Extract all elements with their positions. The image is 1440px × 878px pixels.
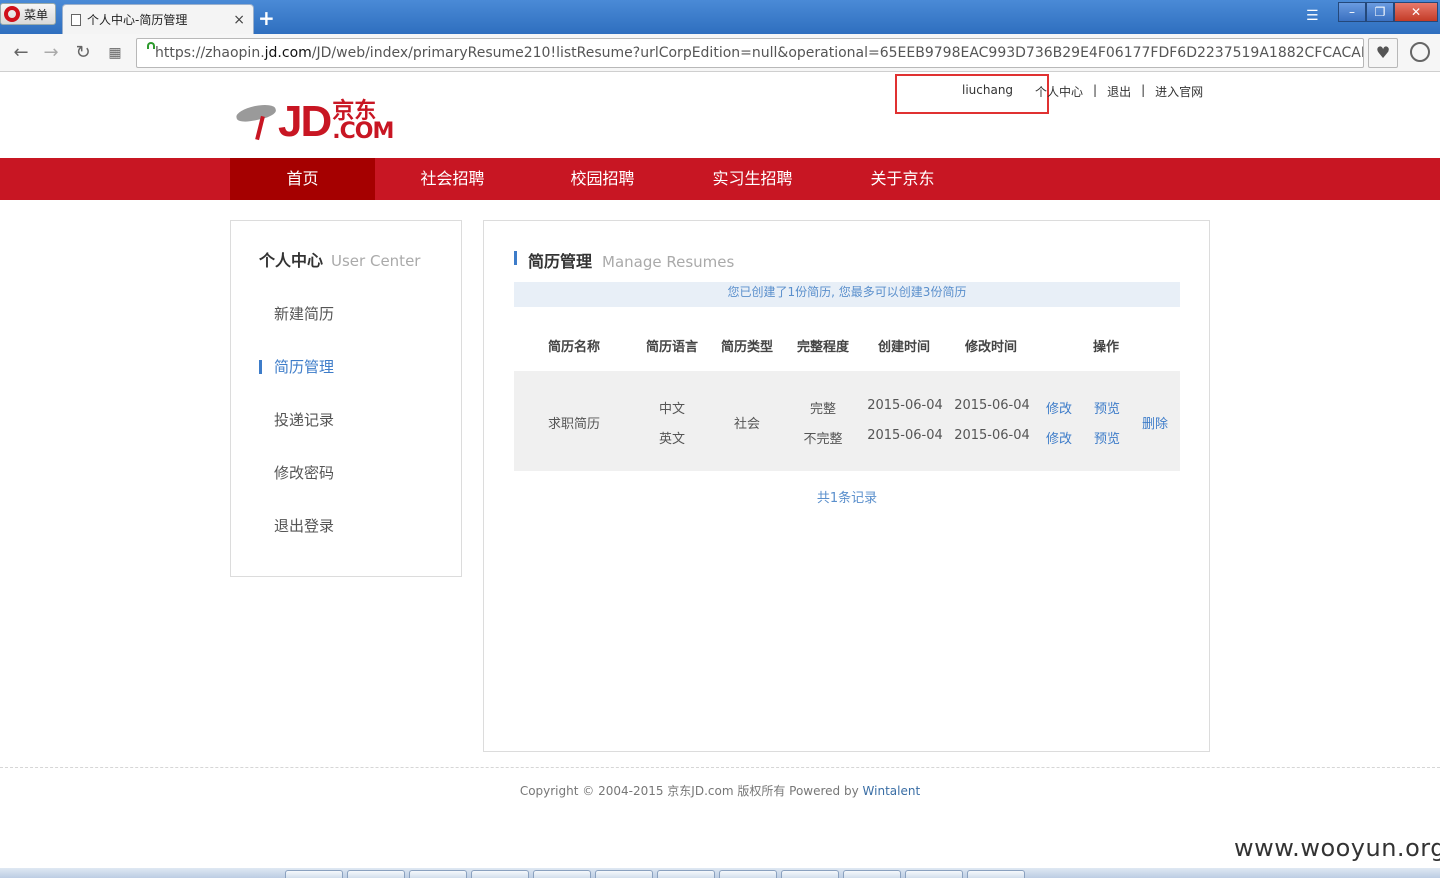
sidebar-item-logout[interactable]: 退出登录	[274, 515, 334, 536]
tab-list-icon[interactable]: ☰	[1306, 8, 1322, 24]
delete-link[interactable]: 删除	[1135, 413, 1175, 432]
taskbar-button[interactable]	[657, 870, 715, 878]
logo-jd-text: JD	[278, 97, 332, 146]
back-arrow-icon[interactable]: ←	[10, 42, 32, 64]
tab-close-icon[interactable]: ×	[233, 12, 245, 28]
sidebar-item-manage-resume[interactable]: 简历管理	[274, 356, 334, 377]
resume-type: 社会	[733, 417, 760, 432]
minimize-button[interactable]: –	[1338, 2, 1366, 22]
forward-arrow-icon[interactable]: →	[40, 42, 62, 64]
resume-language: 英文	[658, 432, 685, 447]
sidebar-item-applications[interactable]: 投递记录	[274, 409, 334, 430]
taskbar-button[interactable]	[595, 870, 653, 878]
resume-language: 中文	[658, 402, 685, 417]
col-completeness: 完整程度	[796, 340, 849, 355]
maximize-button[interactable]: ❐	[1366, 2, 1394, 22]
new-tab-button[interactable]: +	[258, 6, 275, 30]
speed-dial-grid-icon[interactable]: ▦	[104, 42, 126, 64]
sidebar-item-new-resume[interactable]: 新建简历	[274, 303, 334, 324]
resume-modified: 2015-06-04	[954, 398, 1030, 413]
resume-created: 2015-06-04	[867, 398, 943, 413]
link-user-center[interactable]: 个人中心	[1035, 83, 1083, 100]
resume-name: 求职简历	[547, 417, 600, 432]
logo-com-text: .COM	[332, 119, 394, 144]
main-nav: 首页 社会招聘 校园招聘 实习生招聘 关于京东	[0, 158, 1440, 200]
resume-management-panel: 简历管理 Manage Resumes 您已创建了1份简历, 您最多可以创建3份简…	[483, 220, 1210, 752]
browser-titlebar: 菜单 个人中心-简历管理 × + ☰ – ❐ ✕	[0, 0, 1440, 34]
col-actions: 操作	[1092, 340, 1119, 355]
browser-menu-button[interactable]: 菜单	[0, 3, 56, 25]
address-bar[interactable]: https://zhaopin.jd.com/JD/web/index/prim…	[136, 38, 1364, 68]
profile-icon[interactable]	[1410, 42, 1430, 62]
taskbar-button[interactable]	[719, 870, 777, 878]
bookmark-heart-icon[interactable]: ♥	[1368, 38, 1398, 68]
taskbar-button[interactable]	[347, 870, 405, 878]
copyright: Copyright © 2004-2015 京东JD.com 版权所有 Powe…	[519, 784, 921, 798]
taskbar-button[interactable]	[533, 870, 591, 878]
top-links: 个人中心 | 退出 | 进入官网	[1035, 83, 1203, 100]
taskbar-button[interactable]	[967, 870, 1025, 878]
footer-divider	[0, 767, 1440, 768]
col-modified: 修改时间	[964, 340, 1017, 355]
sidebar-title: 个人中心 User Center	[259, 251, 421, 270]
edit-link[interactable]: 修改	[1039, 428, 1079, 447]
jd-logo[interactable]: JD 京东 .COM	[232, 96, 394, 146]
browser-toolbar: ← → ↻ ▦ https://zhaopin.jd.com/JD/web/in…	[0, 34, 1440, 72]
preview-link[interactable]: 预览	[1087, 398, 1127, 417]
os-taskbar	[0, 868, 1440, 878]
user-links-bar: liuchang 个人中心 | 退出 | 进入官网	[895, 74, 1225, 114]
nav-about-jd[interactable]: 关于京东	[830, 158, 975, 200]
table-header: 简历名称 简历语言 简历类型 完整程度 创建时间 修改时间 操作	[514, 336, 1180, 360]
user-center-sidebar: 个人中心 User Center 新建简历 简历管理 投递记录 修改密码 退出登录	[230, 220, 462, 577]
active-indicator	[259, 360, 262, 374]
username: liuchang	[962, 83, 1014, 97]
page-icon	[71, 13, 81, 26]
resume-created: 2015-06-04	[867, 428, 943, 443]
link-logout[interactable]: 退出	[1107, 83, 1131, 100]
browser-menu-label: 菜单	[24, 7, 49, 22]
sidebar-item-change-password[interactable]: 修改密码	[274, 462, 334, 483]
col-type: 简历类型	[720, 340, 773, 355]
taskbar-button[interactable]	[409, 870, 467, 878]
taskbar-button[interactable]	[285, 870, 343, 878]
separator: |	[1141, 83, 1146, 97]
browser-tab-active[interactable]: 个人中心-简历管理 ×	[62, 4, 254, 34]
tab-title: 个人中心-简历管理	[87, 13, 188, 27]
nav-intern-recruitment[interactable]: 实习生招聘	[680, 158, 825, 200]
resume-count-notice: 您已创建了1份简历, 您最多可以创建3份简历	[514, 282, 1180, 307]
watermark: www.wooyun.org	[1234, 834, 1440, 862]
taskbar-button[interactable]	[781, 870, 839, 878]
record-count: 共1条记录	[816, 491, 878, 506]
nav-social-recruitment[interactable]: 社会招聘	[380, 158, 525, 200]
wintalent-link[interactable]: Wintalent	[863, 784, 921, 798]
opera-logo-icon	[4, 6, 20, 22]
edit-link[interactable]: 修改	[1039, 398, 1079, 417]
nav-home[interactable]: 首页	[230, 158, 375, 200]
taskbar-button[interactable]	[905, 870, 963, 878]
table-row: 求职简历 中文 英文 社会 完整 不完整 2015-06-04 2015-06-…	[514, 371, 1180, 471]
preview-link[interactable]: 预览	[1087, 428, 1127, 447]
resume-completeness: 完整	[809, 402, 836, 417]
window-close-button[interactable]: ✕	[1394, 2, 1438, 22]
col-language: 简历语言	[645, 340, 698, 355]
url-text: https://zhaopin.jd.com/JD/web/index/prim…	[155, 45, 1363, 61]
col-name: 简历名称	[547, 340, 600, 355]
col-created: 创建时间	[877, 340, 930, 355]
separator: |	[1093, 83, 1098, 97]
page-title: 简历管理 Manage Resumes	[514, 248, 734, 272]
reload-icon[interactable]: ↻	[72, 42, 94, 64]
taskbar-button[interactable]	[843, 870, 901, 878]
link-official-site[interactable]: 进入官网	[1155, 83, 1203, 100]
taskbar-button[interactable]	[471, 870, 529, 878]
nav-campus-recruitment[interactable]: 校园招聘	[530, 158, 675, 200]
resume-modified: 2015-06-04	[954, 428, 1030, 443]
resume-completeness: 不完整	[803, 432, 843, 447]
jd-dog-mascot-icon	[232, 98, 278, 142]
